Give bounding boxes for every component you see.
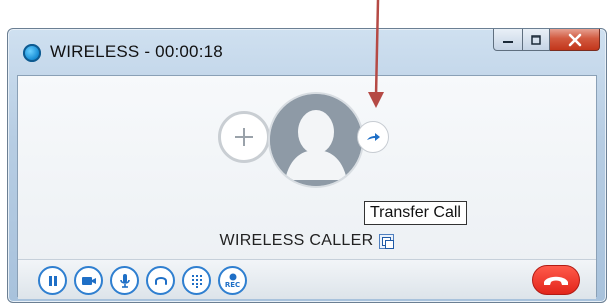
end-call-button[interactable] — [532, 265, 580, 295]
headset-button[interactable] — [146, 266, 175, 295]
call-window: WIRELESS - 00:00:18 Transfer Call WIRELE… — [7, 28, 607, 303]
video-camera-icon — [81, 276, 96, 285]
maximize-button[interactable] — [523, 29, 550, 51]
dialpad-button[interactable] — [182, 266, 211, 295]
headset-icon — [154, 276, 167, 285]
window-controls — [493, 29, 600, 51]
plus-icon — [235, 128, 253, 146]
title-bar[interactable]: WIRELESS - 00:00:18 — [8, 29, 606, 75]
record-label: REC — [224, 280, 241, 289]
mute-button[interactable] — [110, 266, 139, 295]
transfer-arrow-icon — [367, 133, 380, 141]
minimize-icon — [503, 40, 513, 43]
transfer-call-tooltip: Transfer Call — [364, 201, 467, 225]
window-title: WIRELESS - 00:00:18 — [50, 42, 223, 61]
phone-hangup-icon — [544, 276, 568, 285]
caller-row: WIRELESS CALLER — [18, 232, 596, 250]
call-panel: Transfer Call WIRELESS CALLER REC — [17, 75, 597, 299]
app-logo-icon — [23, 44, 41, 62]
caller-name: WIRELESS CALLER — [219, 232, 374, 249]
maximize-icon — [531, 34, 541, 45]
caller-avatar — [268, 92, 364, 188]
close-icon — [568, 33, 581, 46]
microphone-icon — [119, 273, 130, 288]
call-controls-toolbar: REC — [18, 259, 596, 299]
transfer-call-button[interactable] — [357, 121, 389, 153]
pause-icon — [48, 275, 57, 286]
record-button[interactable]: REC — [218, 266, 247, 295]
copy-icon[interactable] — [379, 233, 395, 249]
dialpad-icon — [191, 274, 202, 288]
minimize-button[interactable] — [493, 29, 523, 51]
person-silhouette-icon — [270, 94, 362, 186]
close-button[interactable] — [550, 29, 600, 51]
pause-button[interactable] — [38, 266, 67, 295]
add-participant-button[interactable] — [218, 111, 270, 163]
record-icon — [229, 273, 236, 280]
video-button[interactable] — [74, 266, 103, 295]
